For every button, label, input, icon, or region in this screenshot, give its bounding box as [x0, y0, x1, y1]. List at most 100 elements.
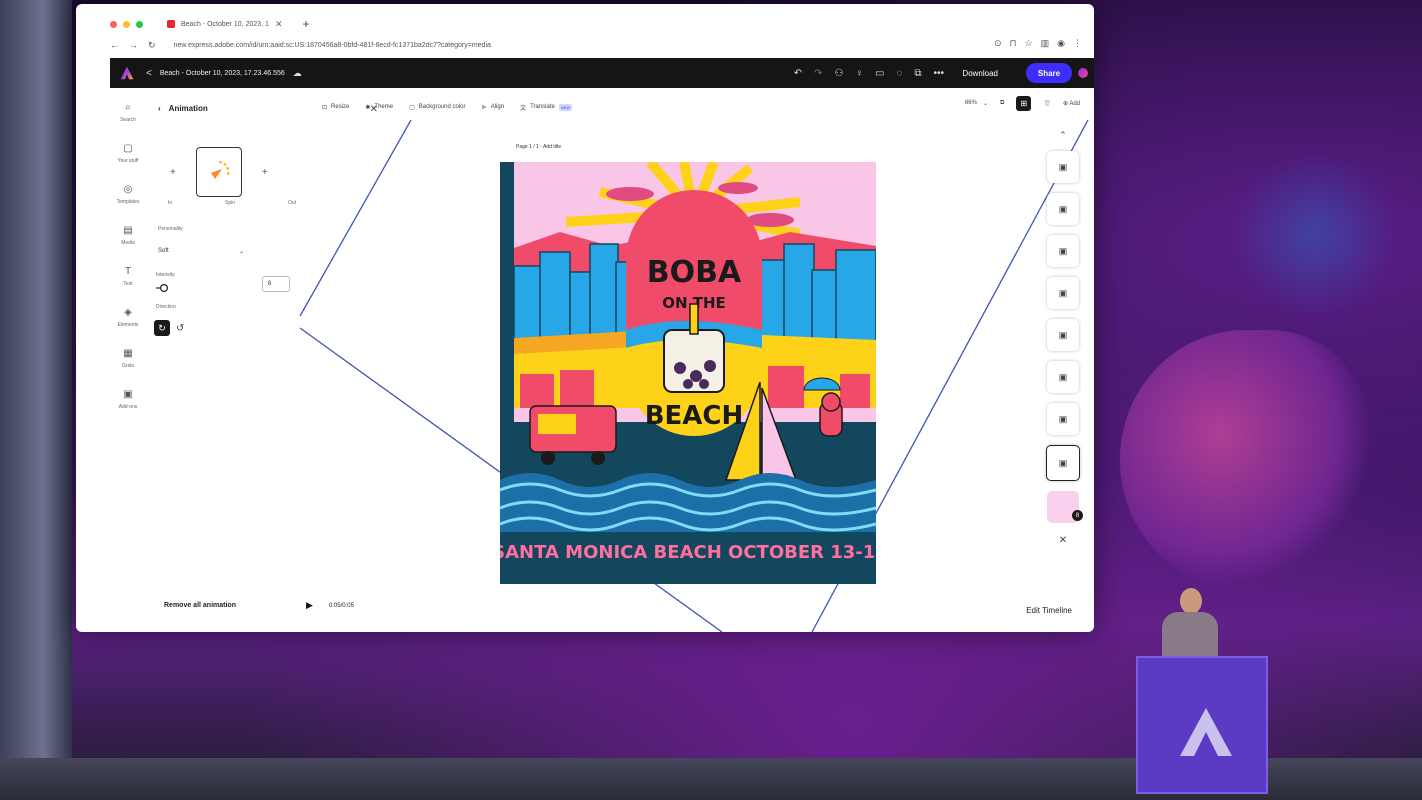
lightbulb-icon[interactable]: ♀ — [855, 68, 863, 79]
translate-button[interactable]: 文 Translate NEW — [520, 103, 573, 112]
forward-arrow-icon[interactable]: → — [129, 40, 138, 50]
undo-icon[interactable]: ↶ — [794, 68, 802, 79]
zoom-value: 66% — [964, 100, 977, 106]
play-icon[interactable]: ▶ — [306, 600, 313, 611]
cloud-sync-icon[interactable]: ☁ — [293, 68, 302, 79]
translate-icon: 文 — [520, 105, 527, 112]
background-color-label: Background color — [418, 104, 466, 110]
presenter-body — [1162, 612, 1218, 658]
comment-icon[interactable]: ▭ — [875, 68, 884, 79]
rail-item-text[interactable]: T Text — [123, 266, 132, 287]
thumbnail-item[interactable]: ▣ — [1047, 151, 1079, 183]
share-button[interactable]: Share — [1026, 63, 1072, 83]
grid-view-icon[interactable]: ⊞ — [1016, 96, 1032, 111]
redo-icon[interactable]: ↷ — [814, 68, 822, 79]
align-label: Align — [490, 104, 505, 110]
image-icon: ▣ — [1058, 203, 1068, 214]
sidebar-icon[interactable]: ▥ — [1041, 38, 1050, 49]
invite-user-icon[interactable]: ⚇ — [834, 68, 843, 79]
theme-button[interactable]: ✺ Theme — [365, 104, 393, 111]
add-in-animation-button[interactable]: + — [170, 167, 176, 178]
copy-link-icon[interactable]: ⧉ — [914, 68, 921, 79]
pages-icon[interactable]: ⧉ — [1000, 100, 1004, 107]
url-field[interactable]: new.express.adobe.com/id/urn:aaid:sc:US:… — [174, 42, 491, 49]
minimize-window-dot[interactable] — [123, 20, 130, 28]
new-tab-icon[interactable]: + — [303, 17, 310, 31]
clockwise-direction-button[interactable]: ↻ — [154, 320, 170, 336]
bookmark-star-icon[interactable]: ☆ — [1025, 38, 1033, 49]
panel-header: ‹ Animation — [158, 104, 208, 113]
chevron-down-icon: ⌄ — [238, 248, 244, 255]
personality-dropdown[interactable]: Soft ⌄ — [158, 244, 244, 258]
back-arrow-icon[interactable]: ← — [110, 40, 119, 50]
chat-icon[interactable]: ◌ — [896, 68, 902, 79]
zoom-dropdown[interactable]: 66% ⌄ — [965, 100, 988, 107]
thumbnail-item[interactable]: ▣ — [1047, 235, 1079, 267]
close-thumbnails-icon[interactable]: ✕ — [1059, 535, 1067, 546]
boba-beach-artwork[interactable]: BOBA ON THE BEACH SANTA MONICA BEACH OCT… — [500, 162, 876, 584]
rail-item-search[interactable]: ⌕ Search — [120, 102, 136, 123]
extension-icon[interactable]: ⊙ — [994, 38, 1002, 49]
zoom-window-dot[interactable] — [136, 20, 143, 28]
adobe-express-logo-icon[interactable] — [120, 66, 134, 80]
page-label[interactable]: Page 1 / 1 - Add title — [516, 144, 561, 150]
close-tab-icon[interactable]: ✕ — [275, 19, 283, 30]
projected-screen: Beach - October 10, 2023, 1 ✕ + ← → ↻ ne… — [76, 4, 1094, 632]
rail-item-media[interactable]: ▤ Media — [121, 225, 135, 246]
loop-label: Spin — [225, 200, 236, 206]
rail-item-addons[interactable]: ▣ Add-ons — [119, 389, 138, 410]
rail-item-elements[interactable]: ◈ Elements — [118, 307, 139, 328]
intensity-label: Intensity — [156, 272, 175, 278]
close-window-dot[interactable] — [110, 20, 117, 28]
thumbnail-item[interactable]: ▣ — [1047, 193, 1079, 225]
thumbnail-item[interactable]: ▣ — [1047, 403, 1079, 435]
reload-icon[interactable]: ↻ — [148, 40, 156, 51]
rail-item-templates[interactable]: ◎ Templates — [117, 184, 140, 205]
resize-button[interactable]: ⊡ Resize — [322, 104, 349, 111]
more-options-icon[interactable]: ••• — [933, 68, 944, 79]
animation-slots: + + — [170, 144, 280, 200]
image-icon: ▣ — [1058, 413, 1068, 424]
thumbnail-item[interactable]: ▣ — [1047, 277, 1079, 309]
loop-animation-thumb[interactable] — [195, 147, 242, 197]
thumbnail-item-background[interactable]: 8 — [1047, 491, 1083, 523]
resize-icon: ⊡ — [322, 104, 328, 111]
art-title-line3: BEACH — [645, 401, 744, 431]
chevron-up-icon[interactable]: ⌃ — [1059, 130, 1067, 141]
edit-timeline-button[interactable]: Edit Timeline — [1026, 606, 1072, 615]
grids-icon: ▦ — [123, 348, 133, 359]
image-icon: ▣ — [1058, 287, 1068, 298]
document-title[interactable]: Beach - October 10, 2023, 17.23.46.556 — [160, 70, 285, 77]
background-color-button[interactable]: ▢ Background color — [409, 104, 465, 111]
intensity-value-input[interactable]: 8 — [262, 276, 290, 292]
thumbnail-item[interactable]: ▣ — [1047, 361, 1079, 393]
thumbnail-item-selected[interactable]: ▣ — [1046, 445, 1080, 481]
tab-title: Beach - October 10, 2023, 1 — [181, 20, 269, 28]
remove-all-animation-button[interactable]: Remove all animation — [164, 602, 236, 609]
presenter-figure — [1160, 588, 1220, 658]
add-page-button[interactable]: ⊕ Add — [1063, 100, 1080, 107]
delete-icon[interactable]: 🗑 — [1043, 100, 1051, 107]
download-button[interactable]: Download — [962, 69, 998, 78]
rail-item-grids[interactable]: ▦ Grids — [122, 348, 134, 369]
templates-icon: ◎ — [123, 184, 133, 195]
lock-icon[interactable]: ⊓ — [1010, 38, 1017, 49]
menu-dots-icon[interactable]: ⋮ — [1073, 38, 1082, 49]
art-title-line1: BOBA — [647, 255, 742, 290]
browser-tab[interactable]: Beach - October 10, 2023, 1 ✕ — [157, 13, 293, 35]
thumbnail-item[interactable]: ▣ — [1047, 319, 1079, 351]
back-button[interactable]: < — [146, 68, 152, 79]
user-avatar[interactable] — [1078, 68, 1088, 78]
add-out-animation-button[interactable]: + — [262, 167, 268, 178]
rail-item-your-stuff[interactable]: ▢ Your stuff — [118, 143, 139, 164]
add-label: Add — [1069, 101, 1080, 107]
profile-icon[interactable]: ◉ — [1057, 38, 1065, 49]
header-tools: ↶ ↷ ⚇ ♀ ▭ ◌ ⧉ ••• — [794, 68, 944, 79]
panel-back-icon[interactable]: ‹ — [158, 104, 161, 113]
intensity-slider[interactable] — [156, 283, 168, 293]
image-icon: ▣ — [1058, 245, 1068, 256]
personality-label: Personality — [158, 226, 183, 232]
stage-left-wall — [0, 0, 72, 800]
counterclockwise-direction-button[interactable]: ↺ — [176, 323, 184, 334]
align-button[interactable]: ⊫ Align — [481, 104, 504, 111]
